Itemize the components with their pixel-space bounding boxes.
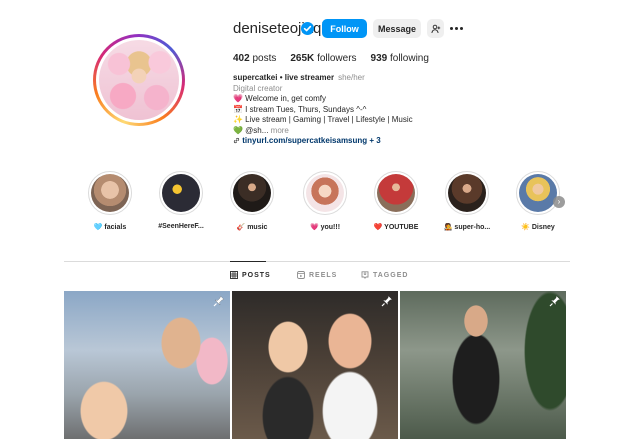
bio-line: 💗 Welcome in, get comfy <box>233 94 326 103</box>
profile-bio: supercatkei • live streamer she/her Digit… <box>233 73 433 147</box>
highlight-you[interactable]: 💗 you!!! <box>290 171 360 231</box>
bio-more-link[interactable]: more <box>271 126 289 135</box>
highlight-label: #SeenHereF... <box>158 223 204 230</box>
follow-button[interactable]: Follow <box>322 19 367 38</box>
add-person-icon <box>430 24 440 33</box>
verified-badge-icon <box>301 22 314 35</box>
pinned-icon <box>381 295 393 307</box>
post-thumbnail[interactable] <box>232 291 398 439</box>
highlight-cover <box>233 174 271 212</box>
highlight-cover <box>377 174 415 212</box>
highlight-super-host[interactable]: 🧑‍🎤 super-ho... <box>432 171 502 231</box>
suggested-accounts-button[interactable] <box>427 19 444 38</box>
more-options-icon[interactable] <box>450 22 464 34</box>
followers-stat[interactable]: 265K followers <box>290 53 356 64</box>
highlight-cover <box>448 174 486 212</box>
highlight-facials[interactable]: 🩵 facials <box>75 171 145 231</box>
highlight-cover <box>162 174 200 212</box>
highlight-label: 💗 you!!! <box>309 224 341 231</box>
tab-reels[interactable]: REELS <box>297 271 337 279</box>
tab-label: TAGGED <box>373 271 409 279</box>
following-stat[interactable]: 939 following <box>371 53 429 64</box>
post-thumbnail[interactable] <box>64 291 230 439</box>
active-tab-indicator <box>230 261 266 262</box>
grid-icon <box>230 271 238 279</box>
posts-stat[interactable]: 402 posts <box>233 53 276 64</box>
highlight-cover <box>91 174 129 212</box>
message-button[interactable]: Message <box>373 19 421 38</box>
avatar-image <box>99 40 179 120</box>
highlight-label: ❤️ YOUTUBE <box>373 224 419 231</box>
highlight-cover <box>519 174 557 212</box>
bio-line: 💚 @sh... <box>233 125 269 135</box>
tab-posts[interactable]: POSTS <box>230 271 271 279</box>
tab-label: REELS <box>309 271 338 279</box>
bio-external-link[interactable]: tinyurl.com/supercatkeisamsung + 3 <box>242 136 381 145</box>
bio-category: Digital creator <box>233 83 283 93</box>
chevron-right-icon[interactable]: › <box>553 196 565 208</box>
post-thumbnail[interactable] <box>400 291 566 439</box>
profile-avatar[interactable] <box>93 34 185 126</box>
highlight-label: ☀️ Disney <box>521 224 555 231</box>
bio-pronouns: she/her <box>338 73 365 82</box>
pinned-icon <box>213 295 225 307</box>
bio-name: supercatkei • live streamer <box>233 73 335 82</box>
highlight-label: 🎸 music <box>236 224 268 231</box>
bio-line: 📅 I stream Tues, Thurs, Sundays ^-^ <box>233 104 367 114</box>
tag-icon <box>361 271 369 279</box>
tab-tagged[interactable]: TAGGED <box>361 271 408 279</box>
highlight-label: 🧑‍🎤 super-ho... <box>443 224 491 231</box>
highlight-label: 🩵 facials <box>93 224 127 231</box>
highlight-cover <box>306 174 344 212</box>
profile-stats: 402 posts 265K followers 939 following <box>233 53 429 64</box>
highlight-seenherefirst[interactable]: #SeenHereF... <box>146 171 216 230</box>
bio-line: ✨ Live stream | Gaming | Travel | Lifest… <box>233 115 413 124</box>
tabs-divider <box>64 261 570 262</box>
tab-label: POSTS <box>242 271 271 279</box>
reels-icon <box>297 271 305 279</box>
highlight-music[interactable]: 🎸 music <box>217 171 287 231</box>
highlight-youtube[interactable]: ❤️ YOUTUBE <box>361 171 431 231</box>
pinned-icon <box>549 295 561 307</box>
link-icon <box>233 136 242 145</box>
